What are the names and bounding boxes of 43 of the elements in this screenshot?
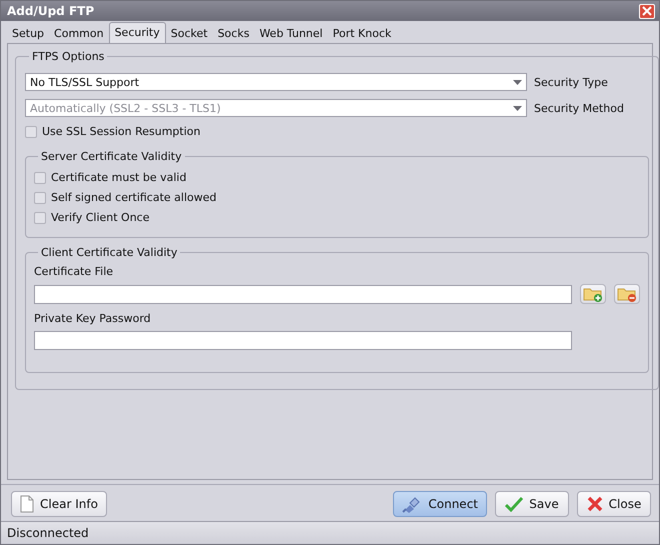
tab[interactable]: Security xyxy=(108,22,166,43)
checkbox[interactable] xyxy=(25,126,37,138)
add-folder-button[interactable] xyxy=(580,284,606,304)
password-input[interactable] xyxy=(34,331,572,350)
tab[interactable]: Port Knock xyxy=(328,25,396,43)
close-window-button[interactable] xyxy=(639,4,655,18)
checkbox-label: Certificate must be valid xyxy=(51,171,186,184)
group-title: FTPS Options xyxy=(31,50,106,63)
connect-button[interactable]: Connect xyxy=(393,491,487,517)
checkbox-label: Verify Client Once xyxy=(51,211,150,224)
remove-folder-button[interactable] xyxy=(614,284,640,304)
tab[interactable]: Socket xyxy=(166,25,213,43)
close-icon xyxy=(586,496,603,512)
folder-remove-icon xyxy=(617,286,637,302)
group-title: Client Certificate Validity xyxy=(40,246,178,259)
field-label: Certificate File xyxy=(34,265,114,278)
close-icon xyxy=(642,6,652,16)
close-button[interactable]: Close xyxy=(577,491,651,517)
checkbox[interactable] xyxy=(34,172,46,184)
checkbox-label: Use SSL Session Resumption xyxy=(42,125,200,138)
dropdown[interactable]: No TLS/SSL Support xyxy=(25,73,527,91)
dropdown-arrow-icon xyxy=(513,80,522,84)
field-label: Security Type xyxy=(534,76,608,88)
group-title: Server Certificate Validity xyxy=(40,150,183,163)
document-icon xyxy=(20,495,34,513)
save-button[interactable]: Save xyxy=(495,491,569,517)
tab[interactable]: Common xyxy=(49,25,109,43)
dropdown-arrow-icon xyxy=(513,106,522,110)
field-label: Security Method xyxy=(534,102,624,114)
status-text: Disconnected xyxy=(7,526,89,540)
field-label: Private Key Password xyxy=(34,312,152,325)
checkmark-icon xyxy=(505,496,524,512)
tab[interactable]: Socks xyxy=(212,25,254,43)
certificate-file-input[interactable] xyxy=(34,284,572,304)
checkbox[interactable] xyxy=(34,192,46,204)
checkbox-label: Self signed certificate allowed xyxy=(51,191,216,204)
tab[interactable]: Setup xyxy=(7,25,50,43)
plug-icon xyxy=(402,495,422,513)
window-title: Add/Upd FTP xyxy=(7,4,94,18)
tab[interactable]: Web Tunnel xyxy=(254,25,328,43)
checkbox[interactable] xyxy=(34,212,46,224)
clear-info-button[interactable]: Clear Info xyxy=(11,491,107,517)
folder-add-icon xyxy=(583,286,603,302)
